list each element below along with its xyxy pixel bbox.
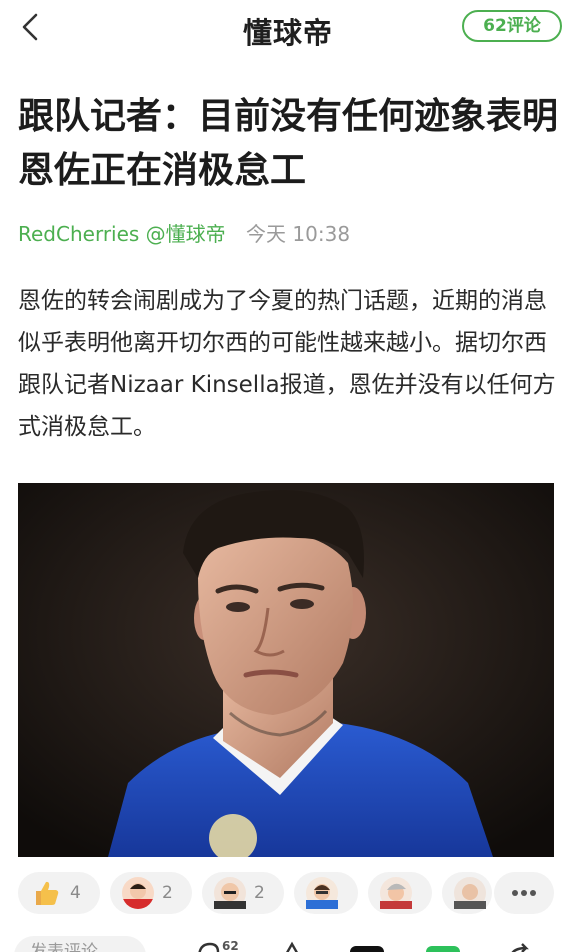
reactions-bar: 4 2 2: [0, 872, 576, 916]
article-title: 跟队记者：目前没有任何迹象表明恩佐正在消极怠工: [18, 96, 559, 191]
more-reactions-button[interactable]: [494, 872, 554, 914]
reaction-avatar-partial[interactable]: [442, 872, 492, 914]
red-shirt-avatar-icon: [122, 877, 154, 909]
comments-button[interactable]: 62评论: [462, 10, 562, 42]
partial-avatar-icon: [454, 877, 486, 909]
comment-count: 62: [222, 939, 239, 952]
bottom-toolbar: 发表评论 62: [0, 928, 576, 952]
top-bar: 懂球帝 62评论: [0, 0, 576, 56]
blue-shirt-avatar-icon: [306, 877, 338, 909]
comment-icon[interactable]: [196, 940, 220, 952]
publish-time: 今天 10:38: [246, 222, 351, 246]
reaction-avatar-bald[interactable]: 2: [202, 872, 284, 914]
bald-avatar-icon: [214, 877, 246, 909]
like-icon[interactable]: [280, 940, 304, 952]
reaction-avatar-red[interactable]: 2: [110, 872, 192, 914]
grey-hair-avatar-icon: [380, 877, 412, 909]
reaction-count: 4: [70, 883, 81, 903]
reaction-count: 2: [254, 883, 265, 903]
share-icon[interactable]: [506, 940, 534, 952]
author-link[interactable]: RedCherries @懂球帝: [18, 222, 226, 246]
reaction-thumbs-up[interactable]: 4: [18, 872, 100, 914]
comment-input[interactable]: 发表评论: [14, 936, 146, 952]
article-meta: RedCherries @懂球帝 今天 10:38: [18, 218, 350, 247]
article-body: 恩佐的转会闹剧成为了今夏的热门话题，近期的消息似乎表明他离开切尔西的可能性越来越…: [18, 288, 556, 440]
player-photo-illustration: [18, 483, 554, 857]
reaction-avatar-grey-hair[interactable]: [368, 872, 432, 914]
tiktok-share-icon[interactable]: [350, 940, 384, 952]
article-photo[interactable]: [18, 483, 554, 857]
reaction-count: 2: [162, 883, 173, 903]
wechat-share-icon[interactable]: [426, 940, 460, 952]
more-icon: [512, 890, 536, 896]
reaction-avatar-blue[interactable]: [294, 872, 358, 914]
thumbs-up-icon: [30, 877, 62, 909]
